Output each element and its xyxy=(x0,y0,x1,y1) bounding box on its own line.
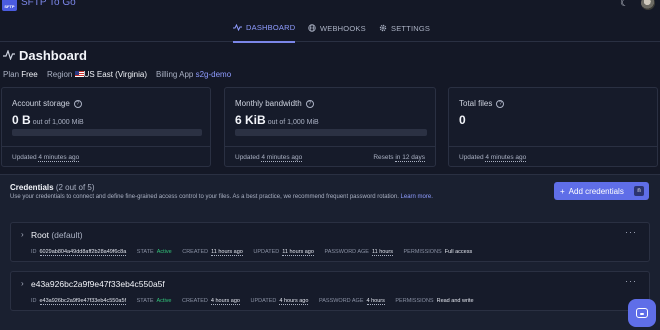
tab-dashboard[interactable]: DASHBOARD xyxy=(233,14,296,43)
tab-webhooks[interactable]: WEBHOOKS xyxy=(308,14,366,42)
card-footer: Updated 4 minutes ago xyxy=(449,146,657,167)
add-credentials-button[interactable]: + Add credentials n xyxy=(554,182,649,200)
globe-icon xyxy=(308,24,316,32)
region-info: Region US East (Virginia) xyxy=(47,70,148,79)
card-footer: Updated 4 minutes ago Resets in 12 days xyxy=(225,146,435,167)
app-logo[interactable]: SFTP xyxy=(2,0,17,11)
tab-settings-label: SETTINGS xyxy=(391,23,431,33)
app-title[interactable]: SFTP To Go xyxy=(21,0,76,8)
card-label: Total files? xyxy=(459,99,505,108)
plan-info: Plan Free xyxy=(3,70,38,79)
credential-name: Root (default) xyxy=(31,230,83,240)
storage-value: 0 Bout of 1,000 MiB xyxy=(12,113,84,127)
credential-details: ID e43a926bc2a9f9e47f33eb4c550a5f STATE Ac… xyxy=(31,298,474,305)
chevron-right-icon[interactable]: › xyxy=(21,230,24,239)
card-label: Monthly bandwidth? xyxy=(235,99,314,108)
page-title: Dashboard xyxy=(19,48,87,63)
credentials-title: Credentials (2 out of 5) xyxy=(10,183,95,192)
tab-settings[interactable]: SETTINGS xyxy=(379,14,430,42)
chat-icon xyxy=(636,308,648,318)
credentials-description: Use your credentials to connect and defi… xyxy=(10,194,433,200)
plus-icon: + xyxy=(560,186,565,196)
credential-row[interactable]: › Root (default) ··· ID 6029ab804a49dd8af… xyxy=(10,222,650,262)
tab-dashboard-label: DASHBOARD xyxy=(246,23,296,32)
card-footer: Updated 4 minutes ago xyxy=(2,146,210,167)
credential-details: ID 6029ab804a49dd8aff2b28a49f6c8a STATE Ac… xyxy=(31,249,473,256)
chevron-right-icon[interactable]: › xyxy=(21,279,24,288)
tab-webhooks-label: WEBHOOKS xyxy=(320,23,366,33)
account-storage-card: Account storage? 0 Bout of 1,000 MiB Upd… xyxy=(1,87,211,167)
credential-name: e43a926bc2a9f9e47f33eb4c550a5f xyxy=(31,279,165,289)
main-nav: DASHBOARD WEBHOOKS SETTINGS xyxy=(0,14,660,43)
credential-row[interactable]: › e43a926bc2a9f9e47f33eb4c550a5f ··· ID e… xyxy=(10,271,650,311)
billing-info: Billing App s2g-demo xyxy=(156,70,232,79)
top-bar: SFTP SFTP To Go ☾ xyxy=(0,0,660,12)
add-credentials-label: Add credentials xyxy=(568,186,624,196)
bandwidth-value: 6 KiB out of 1,000 MiB xyxy=(235,113,319,127)
monthly-bandwidth-card: Monthly bandwidth? 6 KiB out of 1,000 MiB… xyxy=(224,87,436,167)
storage-progress-bar xyxy=(12,129,202,136)
us-flag-icon xyxy=(74,71,84,77)
help-icon[interactable]: ? xyxy=(496,99,505,108)
learn-more-link[interactable]: Learn more. xyxy=(401,194,433,200)
activity-icon xyxy=(3,50,15,60)
activity-icon xyxy=(233,24,242,31)
help-icon[interactable]: ? xyxy=(73,99,82,108)
more-options-icon[interactable]: ··· xyxy=(625,227,637,237)
help-icon[interactable]: ? xyxy=(305,99,314,108)
total-files-card: Total files? 0 Updated 4 minutes ago xyxy=(448,87,658,167)
billing-app-link[interactable]: s2g-demo xyxy=(196,70,232,79)
card-label: Account storage? xyxy=(12,99,82,108)
avatar[interactable] xyxy=(641,0,655,10)
moon-icon[interactable]: ☾ xyxy=(620,0,629,9)
shortcut-badge: n xyxy=(634,186,644,196)
chat-button[interactable] xyxy=(628,299,656,327)
gear-icon xyxy=(379,24,387,32)
more-options-icon[interactable]: ··· xyxy=(625,276,637,286)
files-value: 0 xyxy=(459,113,466,127)
bandwidth-progress-bar xyxy=(235,129,427,136)
